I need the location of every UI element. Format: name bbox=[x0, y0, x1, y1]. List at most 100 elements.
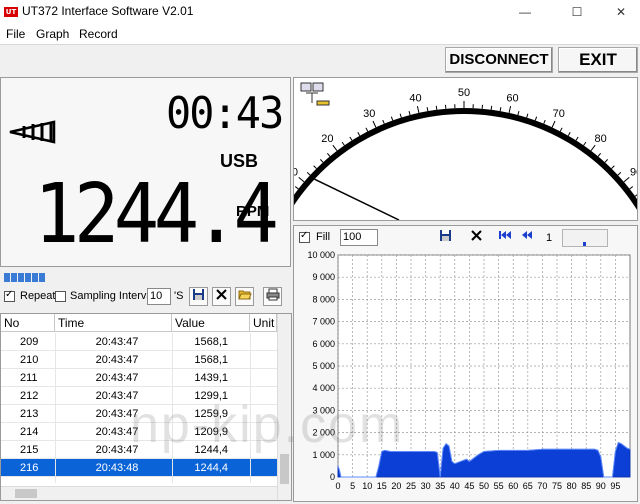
first-page-icon[interactable] bbox=[494, 229, 516, 247]
gauge-tick bbox=[365, 127, 369, 132]
gauge-tick bbox=[326, 152, 331, 157]
gauge-tick bbox=[390, 116, 394, 121]
disconnect-button[interactable]: DISCONNECT bbox=[445, 47, 553, 73]
menu-file[interactable]: File bbox=[6, 27, 25, 41]
cell-time: 20:43:47 bbox=[95, 426, 139, 438]
y-tick-label: 6 000 bbox=[312, 339, 335, 349]
chart-save-icon[interactable] bbox=[434, 229, 456, 247]
slider-thumb[interactable] bbox=[583, 242, 586, 246]
gauge-tick bbox=[551, 120, 556, 128]
chart-clear-icon[interactable] bbox=[465, 229, 487, 247]
table-row[interactable]: 215 20:43:47 1244,4 bbox=[1, 441, 277, 459]
repeat-checkbox[interactable] bbox=[4, 289, 15, 302]
elapsed-time-display: 00:43 bbox=[166, 88, 284, 139]
cell-no: 209 bbox=[20, 336, 39, 348]
cell-time: 20:43:47 bbox=[95, 444, 139, 456]
progress-block bbox=[39, 273, 45, 282]
close-button[interactable]: ✕ bbox=[598, 0, 640, 24]
gauge-tick bbox=[357, 131, 361, 136]
hscroll-thumb[interactable] bbox=[15, 489, 37, 498]
gauge-tick bbox=[313, 165, 317, 169]
x-tick-label: 10 bbox=[362, 481, 372, 491]
column-header-value[interactable]: Value bbox=[172, 314, 250, 332]
cell-time: 20:43:47 bbox=[95, 354, 139, 366]
column-header-no[interactable]: No bbox=[1, 314, 55, 332]
table-row[interactable]: 211 20:43:47 1439,1 bbox=[1, 369, 277, 387]
gauge-tick bbox=[294, 186, 299, 190]
gauge-scale-arc bbox=[294, 108, 637, 211]
page-slider[interactable] bbox=[562, 229, 608, 247]
table-row[interactable]: 214 20:43:47 1209,9 bbox=[1, 423, 277, 441]
x-tick-label: 20 bbox=[391, 481, 401, 491]
fill-value-input[interactable]: 100 bbox=[340, 229, 378, 246]
cell-no: 211 bbox=[20, 372, 38, 384]
gauge-tick bbox=[298, 176, 305, 183]
cell-value: 1244,4 bbox=[194, 462, 228, 474]
gauge-tick bbox=[634, 194, 637, 197]
table-row[interactable]: 213 20:43:47 1259,9 bbox=[1, 405, 277, 423]
cell-value: 1259,9 bbox=[194, 408, 228, 420]
fill-checkbox[interactable] bbox=[299, 230, 310, 243]
table-row[interactable]: 216 20:43:48 1244,4 bbox=[1, 459, 277, 477]
gauge-tick bbox=[332, 144, 338, 152]
gauge-tick bbox=[399, 113, 402, 118]
minimize-button[interactable]: — bbox=[502, 0, 548, 24]
x-tick-label: 5 bbox=[350, 481, 355, 491]
column-header-time[interactable]: Time bbox=[55, 314, 172, 332]
x-tick-label: 40 bbox=[450, 481, 460, 491]
menu-graph[interactable]: Graph bbox=[36, 27, 69, 41]
rpm-history-chart: 0 1 000 2 000 3 000 4 000 5 000 6 000 7 000 8 00… bbox=[307, 250, 631, 491]
maximize-button[interactable]: ☐ bbox=[554, 0, 600, 24]
app-logo-icon: UT bbox=[4, 7, 18, 17]
scroll-thumb[interactable] bbox=[280, 454, 289, 484]
exit-button[interactable]: EXIT bbox=[558, 47, 638, 73]
column-divider bbox=[172, 333, 173, 483]
gauge-tick bbox=[372, 120, 377, 128]
fill-label: Fill bbox=[316, 231, 331, 243]
gauge-tick bbox=[435, 105, 438, 110]
sampling-unit-label: 'S bbox=[174, 290, 184, 302]
table-row[interactable]: 210 20:43:47 1568,1 bbox=[1, 351, 277, 369]
gauge-tick bbox=[426, 107, 429, 112]
gauge-tick bbox=[508, 105, 512, 114]
cell-no: 215 bbox=[20, 444, 39, 456]
cell-value: 1568,1 bbox=[194, 354, 228, 366]
cell-value: 1439,1 bbox=[194, 372, 228, 384]
x-tick-label: 80 bbox=[567, 481, 577, 491]
gauge-tick bbox=[559, 127, 563, 132]
menu-record[interactable]: Record bbox=[79, 27, 118, 41]
print-icon[interactable] bbox=[263, 287, 282, 306]
open-folder-icon[interactable] bbox=[235, 287, 254, 306]
x-tick-label: 85 bbox=[581, 481, 591, 491]
gauge-tick-label: 90 bbox=[630, 167, 637, 179]
gauge-tick bbox=[526, 113, 529, 118]
previous-page-icon[interactable] bbox=[516, 229, 538, 247]
gauge-tick-label: 50 bbox=[458, 87, 470, 99]
sampling-interval-input[interactable]: 10 bbox=[147, 288, 171, 305]
data-table[interactable]: No Time Value Unit 209 20:43:47 1568,1 210 2… bbox=[0, 313, 292, 501]
gauge-tick bbox=[629, 186, 634, 190]
gauge-tick bbox=[623, 176, 630, 183]
x-tick-label: 55 bbox=[494, 481, 504, 491]
gauge-tick bbox=[306, 172, 311, 176]
x-tick-label: 50 bbox=[479, 481, 489, 491]
table-row[interactable]: 212 20:43:47 1299,1 bbox=[1, 387, 277, 405]
column-header-unit[interactable]: Unit bbox=[250, 314, 277, 332]
gauge-tick bbox=[590, 144, 596, 152]
gauge-tick bbox=[597, 152, 602, 157]
save-icon[interactable] bbox=[189, 287, 208, 306]
gauge-tick bbox=[382, 119, 385, 124]
y-tick-label: 4 000 bbox=[312, 383, 335, 393]
x-tick-label: 75 bbox=[552, 481, 562, 491]
gauge-tick-label: 60 bbox=[506, 92, 518, 104]
x-tick-label: 15 bbox=[377, 481, 387, 491]
sampling-interval-label: Sampling Interval bbox=[70, 290, 155, 302]
sampling-interval-checkbox[interactable] bbox=[55, 291, 66, 302]
progress-block bbox=[11, 273, 17, 282]
vertical-scrollbar[interactable] bbox=[277, 314, 291, 500]
gauge-needle bbox=[314, 178, 400, 220]
gauge-tick bbox=[567, 131, 571, 136]
table-row[interactable]: 209 20:43:47 1568,1 bbox=[1, 333, 277, 351]
delete-icon[interactable] bbox=[212, 287, 231, 306]
horizontal-scrollbar[interactable] bbox=[1, 486, 277, 500]
